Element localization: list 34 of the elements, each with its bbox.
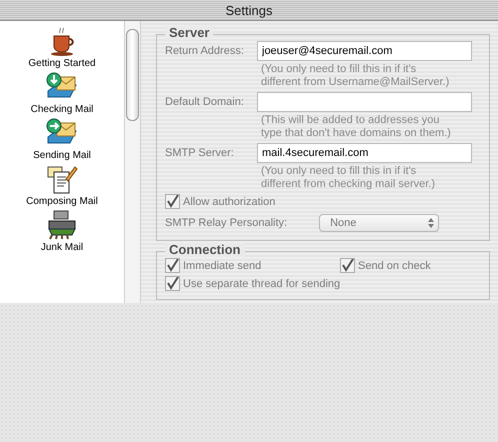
- field-label: Default Domain:: [165, 96, 245, 108]
- stepper-arrows-icon: [428, 218, 434, 228]
- shredder-icon: [46, 209, 78, 241]
- field-label: SMTP Relay Personality:: [165, 217, 288, 229]
- text-field[interactable]: [257, 92, 472, 112]
- sidebar-item[interactable]: Composing Mail: [26, 196, 98, 207]
- hint-text: different from checking mail server.): [260, 178, 436, 191]
- group-title: Connection: [165, 243, 244, 257]
- checkbox[interactable]: [340, 258, 355, 273]
- hint-text: different from Username@MailServer.): [260, 76, 450, 89]
- scroll-thumb[interactable]: [126, 29, 139, 121]
- hint-text: (This will be added to addresses you: [260, 114, 441, 127]
- scrollbar[interactable]: [124, 21, 141, 303]
- hint-text: (You only need to fill this in if it's: [260, 63, 418, 76]
- sidebar-item[interactable]: Getting Started: [28, 58, 96, 69]
- hint-text: (You only need to fill this in if it's: [260, 165, 418, 178]
- hint-text: type that don't have domains on them.): [260, 127, 452, 140]
- sidebar-item[interactable]: Sending Mail: [33, 150, 91, 161]
- field-label: SMTP Server:: [165, 147, 235, 159]
- checkbox-label: Immediate send: [183, 260, 262, 272]
- group-title: Server: [165, 26, 214, 40]
- text-field[interactable]: mail.4securemail.com: [257, 143, 472, 163]
- window-title: Settings: [226, 2, 272, 18]
- checkbox[interactable]: [165, 258, 180, 273]
- sidebar-item[interactable]: Junk Mail: [40, 242, 84, 253]
- checkbox-label: Allow authorization: [183, 196, 276, 208]
- text-field[interactable]: joeuser@4securemail.com: [257, 41, 472, 61]
- checkbox[interactable]: [165, 276, 180, 291]
- checkbox[interactable]: [165, 194, 180, 209]
- sidebar-item[interactable]: Checking Mail: [30, 104, 94, 115]
- popup-menu[interactable]: None: [319, 214, 440, 232]
- checkbox-label: Send on check: [358, 260, 431, 272]
- checkbox-label: Use separate thread for sending: [183, 278, 340, 290]
- field-label: Return Address:: [165, 45, 245, 57]
